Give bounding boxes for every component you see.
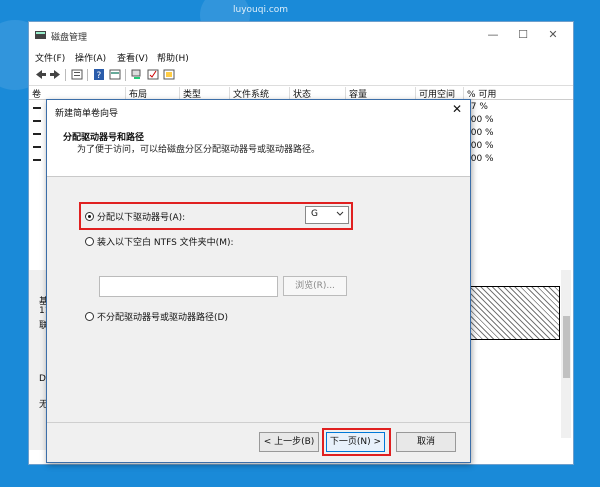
unallocated-volume-block[interactable] xyxy=(465,286,560,340)
menu-file[interactable]: 文件(F) xyxy=(35,51,65,64)
folder-path-input[interactable] xyxy=(99,276,278,297)
next-button[interactable]: 下一页(N) > xyxy=(326,432,385,452)
dialog-header: 分配驱动器号和路径 为了便于访问，可以给磁盘分区分配驱动器号或驱动器路径。 xyxy=(47,120,470,177)
disk-list-icon[interactable] xyxy=(109,69,121,80)
dialog-close-button[interactable]: ✕ xyxy=(452,102,462,116)
volume-list-header: 卷 布局 类型 文件系统 状态 容量 可用空间 % 可用 xyxy=(29,86,573,100)
radio-mount-folder[interactable] xyxy=(85,237,94,246)
help-icon[interactable]: ? xyxy=(93,69,105,80)
check-icon[interactable] xyxy=(147,69,159,80)
browse-button[interactable]: 浏览(R)... xyxy=(283,276,347,296)
disk-management-icon xyxy=(35,31,46,39)
properties-icon[interactable] xyxy=(71,69,83,80)
scrollbar-thumb[interactable] xyxy=(563,316,570,378)
connect-icon[interactable] xyxy=(131,69,143,80)
column-header[interactable]: 类型 xyxy=(179,87,201,100)
toolbar: ? xyxy=(29,65,573,86)
volume-row-marker[interactable] xyxy=(33,159,41,161)
new-simple-volume-wizard: 新建简单卷向导 ✕ 分配驱动器号和路径 为了便于访问，可以给磁盘分区分配驱动器号… xyxy=(46,99,471,463)
radio-no-assign[interactable] xyxy=(85,312,94,321)
column-header[interactable]: 布局 xyxy=(125,87,147,100)
back-arrow-icon[interactable] xyxy=(35,69,47,80)
column-header[interactable]: 可用空间 xyxy=(415,87,455,100)
menu-help[interactable]: 帮助(H) xyxy=(157,51,189,64)
titlebar: 磁盘管理 — ☐ ✕ xyxy=(29,22,573,49)
option-label: 分配以下驱动器号(A): xyxy=(97,213,186,223)
watermark-text: luyouqi.com xyxy=(233,5,289,15)
window-title: 磁盘管理 xyxy=(51,33,88,43)
menu-action[interactable]: 操作(A) xyxy=(75,51,106,64)
forward-arrow-icon[interactable] xyxy=(49,69,61,80)
column-header[interactable]: 状态 xyxy=(289,87,311,100)
page-description: 为了便于访问，可以给磁盘分区分配驱动器号或驱动器路径。 xyxy=(77,145,321,155)
toolbar-separator xyxy=(65,69,66,81)
chevron-down-icon xyxy=(336,211,344,216)
close-button[interactable]: ✕ xyxy=(543,27,563,43)
dialog-title: 新建简单卷向导 xyxy=(55,109,119,119)
menubar: 文件(F) 操作(A) 查看(V) 帮助(H) xyxy=(29,49,573,65)
option-no-assign[interactable]: 不分配驱动器号或驱动器路径(D) xyxy=(85,310,228,323)
dialog-body: 分配以下驱动器号(A): G 装入以下空白 NTFS 文件夹中(M): 浏览(R… xyxy=(47,177,470,462)
minimize-button[interactable]: — xyxy=(483,27,503,43)
drive-letter-select[interactable]: G xyxy=(305,206,349,224)
view-icon[interactable] xyxy=(163,69,175,80)
column-header[interactable]: 文件系统 xyxy=(229,87,269,100)
column-header[interactable]: % 可用 xyxy=(463,87,496,100)
back-button[interactable]: < 上一步(B) xyxy=(259,432,319,452)
option-label: 不分配驱动器号或驱动器路径(D) xyxy=(97,313,228,323)
volume-row-marker[interactable] xyxy=(33,133,41,135)
option-assign-letter[interactable]: 分配以下驱动器号(A): xyxy=(85,210,185,223)
option-mount-folder[interactable]: 装入以下空白 NTFS 文件夹中(M): xyxy=(85,235,234,248)
maximize-button[interactable]: ☐ xyxy=(513,27,533,43)
svg-text:?: ? xyxy=(97,71,102,80)
column-header[interactable]: 容量 xyxy=(345,87,367,100)
column-header[interactable]: 卷 xyxy=(29,87,41,100)
toolbar-separator xyxy=(125,69,126,81)
toolbar-separator xyxy=(87,69,88,81)
volume-row-marker[interactable] xyxy=(33,120,41,122)
cancel-button[interactable]: 取消 xyxy=(396,432,456,452)
footer-divider xyxy=(47,422,470,423)
selected-letter: G xyxy=(311,209,318,219)
menu-view[interactable]: 查看(V) xyxy=(117,51,148,64)
radio-assign-letter[interactable] xyxy=(85,212,94,221)
volume-row-marker[interactable] xyxy=(33,107,41,109)
option-label: 装入以下空白 NTFS 文件夹中(M): xyxy=(97,238,234,248)
volume-row-marker[interactable] xyxy=(33,146,41,148)
vertical-scrollbar[interactable] xyxy=(561,270,571,438)
